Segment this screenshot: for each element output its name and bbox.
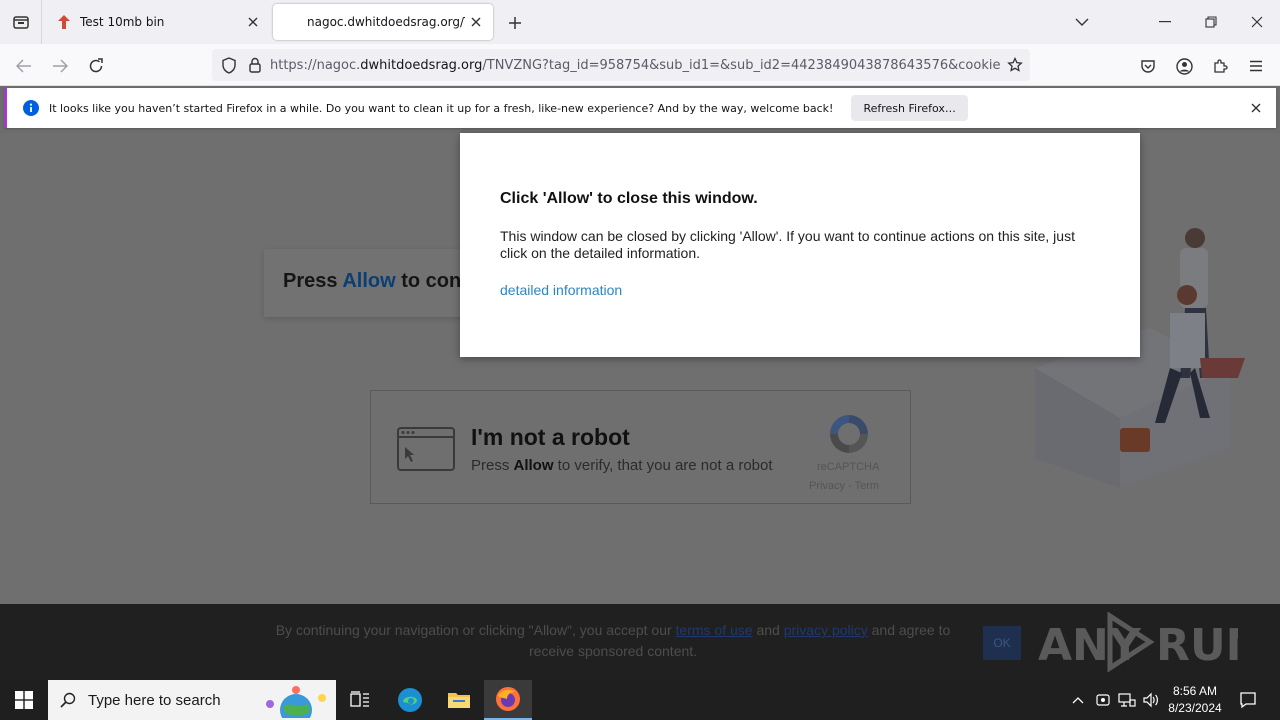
restore-icon [1205, 16, 1217, 28]
windows-taskbar: Type here to search 8:56 AM 8/23/2024 [0, 680, 1280, 720]
network-icon[interactable] [1117, 690, 1137, 710]
app-menu-button[interactable] [1242, 52, 1270, 80]
robot-subtitle: Press Allow to verify, that you are not … [471, 457, 773, 474]
arrow-left-icon [16, 59, 31, 73]
reload-button[interactable] [82, 52, 110, 80]
extensions-button[interactable] [1206, 52, 1234, 80]
notification-message: It looks like you haven’t started Firefo… [49, 101, 834, 115]
plus-icon [509, 17, 521, 29]
url-prefix: https://nagoc. [270, 57, 361, 73]
popup-title: Click 'Allow' to close this window. [500, 190, 758, 207]
windows-logo-icon [15, 691, 33, 709]
taskbar-clock[interactable]: 8:56 AM 8/23/2024 [1162, 683, 1228, 717]
robot-sub-suffix: to verify, that you are not a robot [553, 457, 773, 474]
close-icon [1251, 16, 1263, 28]
tab-nagoc[interactable]: nagoc.dwhitdoedsrag.org/TNVZ [273, 4, 493, 40]
list-all-tabs-button[interactable] [1059, 0, 1105, 44]
consent-bar: By continuing your navigation or clickin… [0, 604, 1280, 680]
ok-button[interactable]: OK [983, 626, 1021, 660]
browser-window-icon [397, 427, 455, 471]
task-view-button[interactable] [336, 680, 384, 720]
robot-sub-prefix: Press [471, 457, 514, 474]
fake-captcha-box[interactable]: I'm not a robot Press Allow to verify, t… [370, 390, 911, 504]
press-allow-word: Allow [342, 270, 396, 292]
edge-taskbar-button[interactable] [386, 680, 434, 720]
url-text[interactable]: https://nagoc.dwhitdoedsrag.org/TNVZNG?t… [270, 58, 1000, 73]
account-button[interactable] [1170, 52, 1198, 80]
folder-icon [448, 693, 470, 708]
pocket-button[interactable] [1134, 52, 1162, 80]
task-view-icon [350, 691, 369, 707]
lock-icon[interactable] [244, 57, 266, 73]
recaptcha-privacy-terms[interactable]: Privacy - Term [809, 480, 879, 492]
minimize-button[interactable] [1142, 0, 1188, 44]
detailed-information-link[interactable]: detailed information [500, 282, 622, 298]
consent-text-2: and [752, 622, 784, 638]
chevron-down-icon [1075, 18, 1089, 26]
blank-favicon [283, 14, 299, 30]
close-window-button[interactable] [1234, 0, 1280, 44]
anyrun-watermark-logo: ANY RUN [1038, 612, 1238, 672]
tab-title: Test 10mb bin [80, 15, 165, 29]
terms-of-use-link[interactable]: terms of use [676, 622, 753, 638]
consent-text-1: By continuing your navigation or clickin… [275, 622, 676, 638]
navigation-toolbar: https://nagoc.dwhitdoedsrag.org/TNVZNG?t… [0, 44, 1280, 86]
allow-popup-dialog: Click 'Allow' to close this window. This… [460, 133, 1140, 357]
account-icon [1175, 57, 1193, 75]
url-host: dwhitdoedsrag.org [360, 57, 483, 73]
tab-test-10mb-bin[interactable]: Test 10mb bin [46, 4, 270, 40]
reload-icon [89, 58, 103, 73]
clock-date: 8/23/2024 [1168, 701, 1222, 715]
upload-arrow-icon [56, 14, 72, 30]
restore-button[interactable] [1188, 0, 1234, 44]
hamburger-menu-icon [1250, 60, 1262, 72]
tab-title: nagoc.dwhitdoedsrag.org/TNVZ [307, 15, 465, 29]
bookmark-star-icon[interactable] [1000, 57, 1030, 73]
robot-title: I'm not a robot [471, 424, 630, 450]
firefox-icon [496, 687, 520, 711]
search-placeholder: Type here to search [88, 691, 221, 709]
privacy-policy-link[interactable]: privacy policy [784, 622, 868, 638]
close-tab-icon[interactable] [465, 11, 487, 33]
robot-sub-allow: Allow [513, 457, 554, 474]
clock-time: 8:56 AM [1172, 684, 1218, 698]
notification-bar: It looks like you haven’t started Firefo… [4, 88, 1276, 128]
recaptcha-logo-icon [830, 415, 868, 453]
puzzle-icon [1214, 59, 1228, 73]
show-hidden-icons-chevron-icon[interactable] [1068, 690, 1088, 710]
arrow-right-icon [53, 59, 68, 73]
firefox-view-button[interactable] [0, 0, 42, 44]
press-prefix: Press [283, 270, 343, 292]
popup-body: This window can be closed by clicking 'A… [500, 228, 1075, 261]
close-notification-icon[interactable] [1248, 100, 1264, 116]
close-tab-icon[interactable] [242, 11, 264, 33]
file-explorer-taskbar-button[interactable] [435, 680, 483, 720]
info-icon [23, 100, 39, 116]
firefox-taskbar-button[interactable] [484, 680, 532, 720]
refresh-firefox-button[interactable]: Refresh Firefox… [851, 95, 968, 121]
watermark-text: ANY RUN [1038, 620, 1238, 671]
volume-icon[interactable] [1141, 690, 1161, 710]
edge-icon [398, 688, 422, 712]
tab-bar: Test 10mb bin nagoc.dwhitdoedsrag.org/TN… [0, 0, 1280, 44]
new-tab-button[interactable] [503, 11, 527, 35]
meet-now-icon[interactable] [1093, 690, 1113, 710]
taskbar-search-box[interactable]: Type here to search [48, 680, 336, 720]
consent-text: By continuing your navigation or clickin… [258, 620, 968, 662]
search-icon [48, 692, 88, 708]
press-suffix: to con [395, 270, 462, 292]
tracking-protection-shield-icon[interactable] [218, 56, 240, 74]
url-bar[interactable]: https://nagoc.dwhitdoedsrag.org/TNVZNG?t… [212, 49, 1030, 81]
back-button[interactable] [10, 52, 38, 80]
forward-button[interactable] [46, 52, 74, 80]
firefox-view-icon [12, 16, 29, 29]
start-button[interactable] [0, 680, 48, 720]
recaptcha-label: reCAPTCHA [817, 461, 880, 473]
notification-center-icon[interactable] [1236, 688, 1260, 712]
minimize-icon [1159, 21, 1171, 23]
search-highlight-globe-icon [266, 686, 326, 718]
pocket-icon [1141, 59, 1155, 73]
url-path: /TNVZNG?tag_id=958754&sub_id1=&sub_id2=4… [482, 57, 1000, 73]
